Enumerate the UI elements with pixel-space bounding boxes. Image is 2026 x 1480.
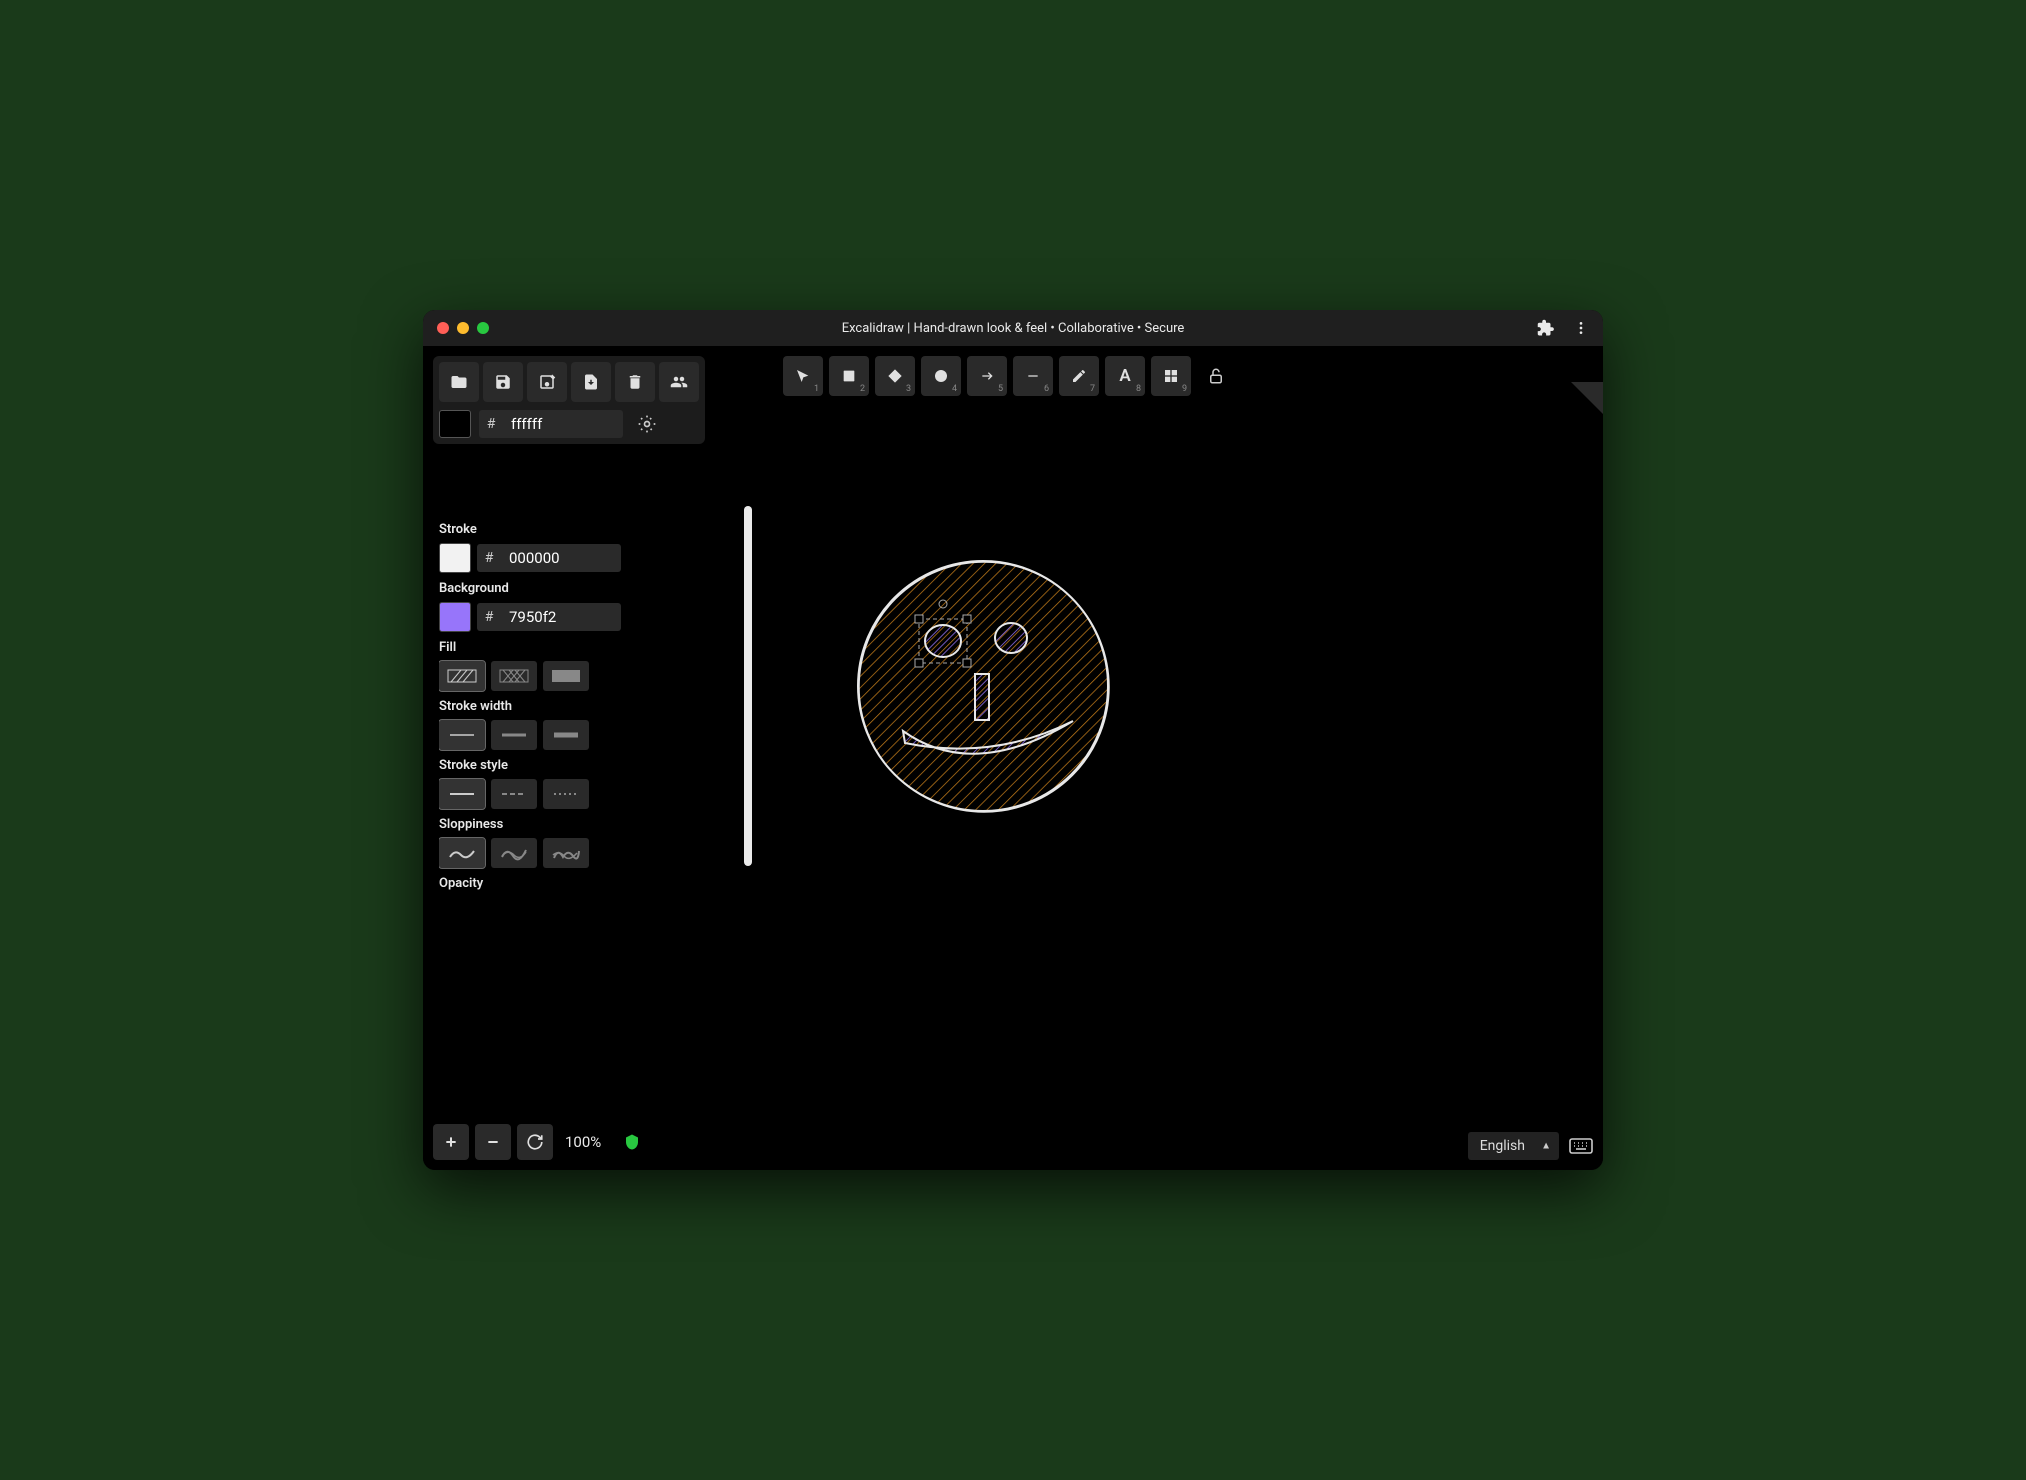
zoom-out-button[interactable]	[475, 1124, 511, 1160]
open-button[interactable]	[439, 362, 479, 402]
lock-icon[interactable]	[1207, 367, 1225, 385]
canvas-drawing[interactable]	[843, 546, 1123, 826]
window-close-button[interactable]	[437, 322, 449, 334]
properties-panel: Stroke # Background # Fill	[433, 506, 753, 986]
fill-solid[interactable]	[543, 661, 589, 691]
zoom-in-button[interactable]	[433, 1124, 469, 1160]
stroke-label: Stroke	[439, 522, 739, 537]
more-icon[interactable]	[1573, 320, 1589, 336]
hash-label: #	[479, 410, 503, 438]
clear-button[interactable]	[615, 362, 655, 402]
fill-hachure[interactable]	[439, 661, 485, 691]
window-minimize-button[interactable]	[457, 322, 469, 334]
stroke-style-solid[interactable]	[439, 779, 485, 809]
sloppiness-cartoonist[interactable]	[543, 838, 589, 868]
reset-zoom-button[interactable]	[517, 1124, 553, 1160]
stroke-width-thin[interactable]	[439, 720, 485, 750]
window-maximize-button[interactable]	[477, 322, 489, 334]
save-as-button[interactable]	[527, 362, 567, 402]
export-button[interactable]	[571, 362, 611, 402]
stroke-swatch[interactable]	[439, 543, 471, 573]
titlebar: Excalidraw | Hand-drawn look & feel • Co…	[423, 310, 1603, 346]
stroke-width-thick[interactable]	[543, 720, 589, 750]
save-button[interactable]	[483, 362, 523, 402]
keyboard-icon[interactable]	[1569, 1137, 1593, 1155]
background-swatch[interactable]	[439, 602, 471, 632]
language-select[interactable]: English	[1468, 1132, 1559, 1160]
background-color-input[interactable]	[501, 603, 621, 631]
fill-crosshatch[interactable]	[491, 661, 537, 691]
window-title: Excalidraw | Hand-drawn look & feel • Co…	[842, 321, 1185, 336]
scrollbar[interactable]	[743, 506, 753, 986]
stroke-style-dashed[interactable]	[491, 779, 537, 809]
zoom-level[interactable]: 100%	[565, 1133, 601, 1151]
opacity-label: Opacity	[439, 876, 739, 891]
stroke-style-dotted[interactable]	[543, 779, 589, 809]
fill-label: Fill	[439, 640, 739, 655]
canvas-color-input[interactable]	[503, 410, 623, 438]
stroke-width-label: Stroke width	[439, 699, 739, 714]
sloppiness-architect[interactable]	[439, 838, 485, 868]
sloppiness-label: Sloppiness	[439, 817, 739, 832]
canvas-color-swatch[interactable]	[439, 410, 471, 438]
sloppiness-artist[interactable]	[491, 838, 537, 868]
corner-fold-icon[interactable]	[1571, 382, 1603, 414]
shield-icon[interactable]	[623, 1133, 641, 1151]
background-label: Background	[439, 581, 739, 596]
stroke-width-med[interactable]	[491, 720, 537, 750]
stroke-style-label: Stroke style	[439, 758, 739, 773]
collaborate-button[interactable]	[659, 362, 699, 402]
extension-icon[interactable]	[1537, 319, 1555, 337]
settings-icon[interactable]	[637, 414, 657, 434]
stroke-color-input[interactable]	[501, 544, 621, 572]
